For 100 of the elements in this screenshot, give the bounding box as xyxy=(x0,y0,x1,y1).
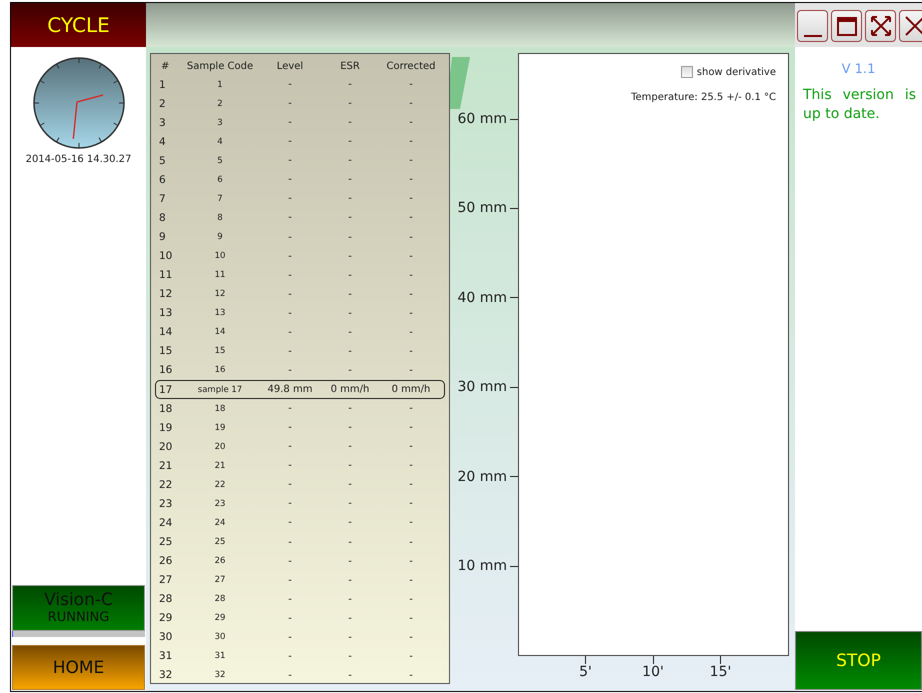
table-cell-text: 32 xyxy=(158,669,174,682)
table-cell-text: - xyxy=(347,270,353,281)
table-cell-text: 5 xyxy=(158,154,167,167)
table-cell-text: 22 xyxy=(214,480,226,490)
table-cell-text: 0 mm/h xyxy=(390,384,432,396)
table-cell-text: - xyxy=(287,517,293,528)
table-cell-text: 6 xyxy=(158,174,167,186)
y-axis-label: 10 mm xyxy=(457,558,507,574)
tick-mark xyxy=(720,656,721,664)
table-cell-text: 29 xyxy=(158,612,174,624)
table-cell-text: - xyxy=(408,326,414,338)
column-header: # xyxy=(160,61,170,72)
table-cell-text: 20 xyxy=(158,440,174,453)
table-cell-text: - xyxy=(287,155,293,166)
table-cell-text: 25 xyxy=(158,536,174,548)
table-cell-text: 13 xyxy=(214,308,226,318)
table-cell-text: - xyxy=(408,193,414,204)
table-cell-text: - xyxy=(287,612,293,624)
table-cell-text: - xyxy=(287,174,293,186)
stop-button[interactable]: STOP xyxy=(795,631,922,690)
table-cell-text: - xyxy=(287,460,293,472)
selected-row[interactable]: 17 sample 17 49.8 mm 0 mm/h 0 mm/h xyxy=(155,380,445,400)
table-cell-text: - xyxy=(408,232,414,243)
table-cell-text: - xyxy=(287,193,293,204)
table-cell-text: 4 xyxy=(216,136,224,147)
table-cell-text: - xyxy=(287,594,293,605)
table-cell-text: - xyxy=(347,403,353,414)
table-cell-text: - xyxy=(287,574,293,586)
x-axis-label: 5' xyxy=(579,664,592,680)
table-cell-text: 5 xyxy=(216,156,224,166)
y-axis-label: 20 mm xyxy=(457,468,507,485)
table-cell-text: 10 xyxy=(214,251,226,262)
table-cell-text: 3 xyxy=(158,116,167,129)
minimize-button[interactable] xyxy=(797,10,828,42)
y-axis-label: 60 mm xyxy=(457,111,507,127)
table-cell-text: 49.8 mm xyxy=(266,384,314,396)
table-cell-text: - xyxy=(347,594,353,605)
table-cell-text: 20 xyxy=(214,442,226,452)
table-cell-text: 0 mm/h xyxy=(330,384,370,396)
table-cell-text: - xyxy=(287,364,293,376)
table-cell-text: - xyxy=(347,193,353,204)
table-cell-text: 8 xyxy=(158,212,167,224)
table-cell-text: - xyxy=(408,136,414,148)
table-cell-text: 26 xyxy=(158,555,174,568)
table-cell-text: - xyxy=(347,479,353,490)
table-cell-text: - xyxy=(347,174,353,186)
table-cell-text: sample 17 xyxy=(196,384,244,395)
minimize-icon xyxy=(804,35,822,37)
table-cell-text: - xyxy=(347,556,353,567)
table-cell-text: 23 xyxy=(214,498,226,509)
table-cell-text: - xyxy=(347,574,353,586)
table-cell-text: - xyxy=(347,155,353,166)
y-axis-label: 30 mm xyxy=(457,379,507,396)
table-cell-text: 30 xyxy=(214,632,226,642)
table-cell-text: - xyxy=(287,498,293,510)
table-cell-text: 4 xyxy=(158,136,167,148)
table-cell-text: - xyxy=(287,288,293,300)
table-cell-text: - xyxy=(287,403,293,414)
table-cell-text: - xyxy=(347,422,353,434)
tick-mark xyxy=(652,656,654,664)
table-cell-text: - xyxy=(347,212,353,224)
table-cell-text: - xyxy=(347,326,353,338)
table-cell-text: - xyxy=(347,536,353,548)
table-cell-text: - xyxy=(287,270,293,281)
table-cell-text: - xyxy=(347,308,353,319)
table-cell-text: 21 xyxy=(214,460,226,471)
cycle-button[interactable]: CYCLE xyxy=(11,3,146,47)
table-cell-text: - xyxy=(408,117,414,128)
table-cell-text: 15 xyxy=(158,345,174,358)
table-cell-text: - xyxy=(287,117,293,128)
home-button[interactable]: HOME xyxy=(12,645,145,690)
table-cell-text: 17 xyxy=(158,384,174,396)
table-cell-text: - xyxy=(408,632,414,643)
table-cell-text: - xyxy=(287,79,293,90)
table-cell-text: 25 xyxy=(214,537,226,548)
table-cell-text: 23 xyxy=(158,498,174,510)
table-cell-text: - xyxy=(408,155,414,166)
checkbox[interactable] xyxy=(680,66,693,78)
table-cell-text: 14 xyxy=(214,327,226,338)
table-cell-text: 12 xyxy=(214,289,226,300)
date-time: 2014-05-16 14.30.27 xyxy=(26,154,132,165)
restore-button[interactable] xyxy=(831,10,862,42)
close-button[interactable] xyxy=(899,10,922,42)
table-cell-text: 22 xyxy=(158,478,174,491)
x-axis-label: 10' xyxy=(642,664,664,680)
table-cell-text: - xyxy=(347,250,353,262)
table-cell-text: 10 xyxy=(158,250,174,262)
table-cell-text: - xyxy=(347,650,353,662)
table-cell-text: 7 xyxy=(158,192,167,205)
table-cell-text: - xyxy=(408,479,414,490)
tick-mark xyxy=(510,476,518,478)
table-cell-text: 28 xyxy=(158,593,174,606)
table-cell-text: - xyxy=(408,288,414,300)
table-cell-text: - xyxy=(408,574,414,586)
table-cell-text: - xyxy=(347,98,353,110)
table-cell-text: - xyxy=(347,441,353,452)
table-cell-text: - xyxy=(408,556,414,567)
table-cell-text: - xyxy=(408,517,414,528)
update-message: This version is up to date. xyxy=(802,86,917,124)
fullscreen-button[interactable] xyxy=(865,10,896,42)
